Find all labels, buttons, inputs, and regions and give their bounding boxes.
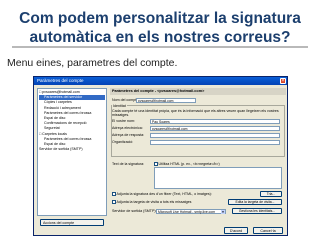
identity-help-text: Cada compte té una identitat pròpia, que… — [112, 109, 279, 117]
organization-field[interactable] — [150, 139, 280, 145]
edit-card-button[interactable]: Edita la targeta de visita... — [228, 199, 282, 205]
cancel-button[interactable]: Cancel·la — [253, 227, 283, 234]
account-settings-dialog: Paràmetres del compte × □ pvsoares@hotma… — [33, 76, 288, 236]
title-underline — [12, 46, 308, 48]
manage-identities-button[interactable]: Gestiona les identitats... — [232, 208, 282, 214]
attach-vcard-option[interactable]: Adjunta la targeta de visita a tots els … — [112, 200, 191, 204]
account-tree: □ pvsoares@hotmail.com Paràmetres del se… — [37, 88, 107, 216]
identity-label: Identitat — [112, 103, 127, 108]
close-icon[interactable]: × — [280, 78, 286, 84]
reply-to-label: Adreça de resposta: — [112, 133, 145, 137]
account-actions-label: Accions del compte — [43, 221, 75, 225]
dialog-titlebar: Paràmetres del compte × — [34, 77, 287, 85]
signature-textarea[interactable] — [154, 167, 282, 189]
smtp-value: Microsoft Live Hotmail - smtp.live.com — [158, 209, 216, 214]
account-actions-button[interactable]: Accions del compte — [40, 219, 104, 226]
use-html-label: Utilitza HTML (p. ex., <b>negreta</b>) — [158, 162, 220, 166]
slide-subtitle: Menu eines, parametres del compte. — [7, 57, 178, 69]
panel-header: Paràmetres del compte - <pvsoares@hotmai… — [110, 88, 286, 95]
use-html-option[interactable]: Utilitza HTML (p. ex., <b>negreta</b>) — [154, 162, 220, 166]
slide-title-line-2: automàtica en els nostres correus? — [29, 29, 291, 46]
attach-signature-option[interactable]: Adjunta la signatura des d'un fitxer (Te… — [112, 192, 212, 196]
settings-panel: Paràmetres del compte - <pvsoares@hotmai… — [110, 88, 286, 224]
slide-title-line-1: Com podem personalitzar la signatura — [19, 10, 301, 27]
email-label: Adreça electrònica: — [112, 126, 143, 130]
your-name-field[interactable]: Pau Soares — [150, 118, 280, 124]
attach-vcard-checkbox[interactable] — [112, 200, 116, 204]
reply-to-field[interactable] — [150, 132, 280, 138]
organization-label: Organització: — [112, 140, 134, 144]
tree-item-smtp[interactable]: Servidor de sortida (SMTP) — [39, 147, 105, 152]
chevron-down-icon: ▼ — [221, 209, 225, 214]
attach-vcard-label: Adjunta la targeta de visita a tots els … — [116, 200, 192, 204]
signature-text-label: Text de la signatura: — [112, 162, 145, 166]
slide-title: Com podem personalitzar la signatura aut… — [0, 9, 320, 47]
email-field[interactable]: pvsoares@hotmail.com — [150, 125, 280, 131]
account-name-field[interactable]: pvsoares@hotmail.com — [136, 97, 196, 103]
use-html-checkbox[interactable] — [154, 162, 158, 166]
ok-button[interactable]: D'acord — [224, 227, 248, 234]
your-name-label: El vostre nom: — [112, 119, 135, 123]
attach-signature-label: Adjunta la signatura des d'un fitxer (Te… — [116, 192, 212, 196]
dialog-title: Paràmetres del compte — [37, 78, 84, 83]
attach-signature-checkbox[interactable] — [112, 192, 116, 196]
smtp-label: Servidor de sortida (SMTP): — [112, 209, 157, 213]
smtp-select[interactable]: Microsoft Live Hotmail - smtp.live.com ▼ — [156, 208, 226, 214]
choose-file-button[interactable]: Tria... — [260, 191, 282, 197]
